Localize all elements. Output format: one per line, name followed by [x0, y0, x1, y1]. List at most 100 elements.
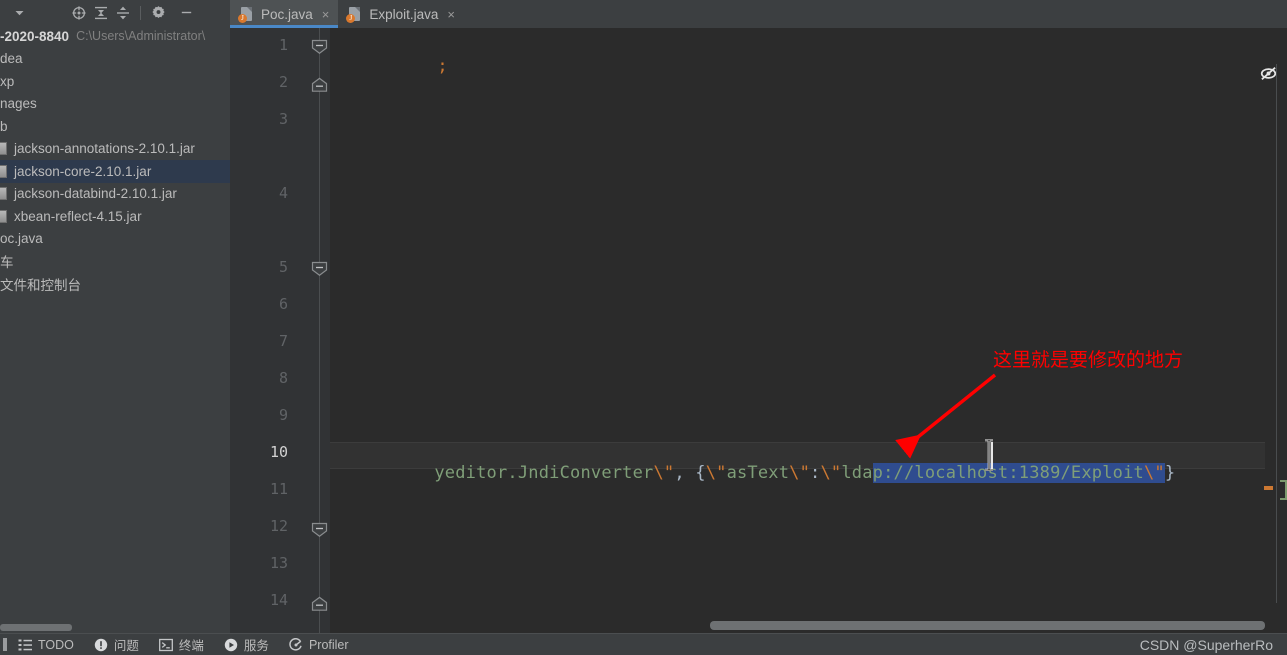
tree-item-0[interactable]: -2020-8840 C:\Users\Administrator\ — [0, 25, 230, 48]
jar-file-icon — [0, 142, 7, 156]
jar-file-icon — [0, 209, 7, 223]
java-badge: J — [346, 13, 356, 23]
line-number-5[interactable]: 5 — [279, 258, 288, 276]
watermark-label: CSDN @SuperherRo — [1139, 636, 1273, 653]
status-item-label: 终端 — [178, 639, 204, 653]
jar-file-icon — [0, 164, 7, 178]
tree-item-label: -2020-8840 — [0, 28, 70, 44]
profiler-icon — [289, 637, 303, 652]
code-token-lda: lda — [841, 463, 873, 483]
tree-item-label: b — [0, 118, 8, 134]
status-item-label: TODO — [38, 637, 74, 652]
code-token-escape-5: \" — [1143, 463, 1165, 483]
jar-file-icon — [0, 187, 7, 201]
tree-item-9[interactable]: oc.java — [0, 228, 230, 251]
scrollbar-thumb[interactable] — [0, 624, 72, 631]
line-number-11[interactable]: 11 — [270, 480, 288, 498]
tree-item-3[interactable]: nages — [0, 93, 230, 116]
editor-tabbar: J Poc.java × J Exploit.java × — [230, 0, 1287, 28]
project-horizontal-scrollbar[interactable] — [0, 621, 230, 633]
project-toolbar — [0, 0, 230, 25]
expand-all-icon[interactable] — [90, 2, 112, 24]
line-number-6[interactable]: 6 — [279, 295, 288, 313]
tree-item-10[interactable]: 车 — [0, 250, 230, 273]
locate-target-icon[interactable] — [68, 2, 90, 24]
scrollbar-track[interactable] — [1276, 64, 1277, 603]
line-number-7[interactable]: 7 — [279, 332, 288, 350]
tree-item-4[interactable]: b — [0, 115, 230, 138]
code-token-prefix: yeditor.JndiConverter — [434, 463, 654, 483]
status-item-todo[interactable]: TODO — [8, 638, 84, 652]
chevron-down-icon[interactable] — [8, 2, 30, 24]
close-icon[interactable]: × — [445, 8, 455, 21]
tree-item-11[interactable]: 文件和控制台 — [0, 273, 230, 296]
status-item-profiler[interactable]: Profiler — [279, 637, 359, 652]
code-token-colon: : — [810, 463, 821, 483]
status-item-problems[interactable]: 问题 — [84, 635, 149, 654]
tree-item-label: xbean-reflect-4.15.jar — [14, 208, 142, 224]
tree-item-1[interactable]: dea — [0, 48, 230, 71]
tree-item-8[interactable]: xbean-reflect-4.15.jar — [0, 205, 230, 228]
todo-list-icon — [18, 638, 32, 652]
line-number-2[interactable]: 2 — [279, 73, 288, 91]
line-number-3[interactable]: 3 — [279, 110, 288, 128]
code-editor[interactable]: 1 2 3 4 5 6 7 8 9 10 11 12 13 14 ; yeditor.JndiConver… — [230, 28, 1287, 633]
tab-poc-java[interactable]: J Poc.java × — [230, 0, 339, 28]
close-icon[interactable]: × — [320, 8, 330, 21]
tree-item-label: jackson-core-2.10.1.jar — [14, 163, 152, 179]
ibeam-mouse-cursor — [985, 439, 993, 471]
tree-item-path: C:\Users\Administrator\ — [76, 29, 206, 44]
line-number-4[interactable]: 4 — [279, 184, 288, 202]
toolbar-divider — [140, 5, 141, 20]
line-number-13[interactable]: 13 — [270, 554, 288, 572]
line-number-9[interactable]: 9 — [279, 406, 288, 424]
settings-gear-icon[interactable] — [147, 2, 169, 24]
tree-item-7[interactable]: jackson-databind-2.10.1.jar — [0, 183, 230, 206]
tree-item-label: 文件和控制台 — [0, 277, 81, 293]
tree-item-label: nages — [0, 96, 37, 112]
tab-label: Exploit.java — [369, 6, 439, 22]
line-number-14[interactable]: 14 — [270, 591, 288, 609]
status-item-label: 问题 — [113, 639, 139, 653]
code-token-close-brace: } — [1164, 463, 1176, 483]
fold-marker-14[interactable] — [311, 596, 328, 612]
status-item-terminal[interactable]: 终端 — [149, 635, 214, 654]
status-left-edge[interactable] — [0, 634, 8, 655]
status-item-services[interactable]: 服务 — [214, 635, 279, 654]
code-token-comma-brace: , { — [674, 463, 706, 483]
status-item-label: Profiler — [308, 637, 349, 652]
line-number-1[interactable]: 1 — [279, 36, 288, 54]
tree-item-label: jackson-annotations-2.10.1.jar — [14, 141, 195, 157]
line-number-8[interactable]: 8 — [279, 369, 288, 387]
terminal-icon — [158, 638, 173, 652]
tree-item-2[interactable]: xp — [0, 70, 230, 93]
hide-panel-icon[interactable] — [175, 2, 197, 24]
fold-marker-2[interactable] — [311, 77, 328, 93]
code-token-escape-1: \" — [653, 463, 675, 483]
line-number-10[interactable]: 10 — [270, 443, 288, 461]
tab-label: Poc.java — [261, 6, 313, 22]
tab-exploit-java[interactable]: J Exploit.java × — [338, 0, 464, 28]
tree-item-6[interactable]: jackson-core-2.10.1.jar — [0, 160, 230, 183]
collapse-all-icon[interactable] — [112, 2, 134, 24]
marker-warning[interactable] — [1264, 486, 1273, 490]
services-run-icon — [224, 638, 238, 652]
ide-window: -2020-8840 C:\Users\Administrator\ dea xp na… — [0, 0, 1287, 655]
editor-horizontal-scrollbar[interactable] — [710, 621, 1265, 630]
fold-marker-12[interactable] — [311, 522, 328, 538]
status-item-label: 服务 — [243, 639, 269, 653]
code-line-1: ; — [333, 36, 448, 96]
editor-gutter[interactable]: 1 2 3 4 5 6 7 8 9 10 11 12 13 14 — [230, 28, 330, 633]
tree-item-5[interactable]: jackson-annotations-2.10.1.jar — [0, 138, 230, 161]
hidden-inspections-icon[interactable] — [1260, 66, 1277, 86]
fold-marker-5[interactable] — [311, 261, 328, 277]
line-number-12[interactable]: 12 — [270, 517, 288, 535]
code-text[interactable]: ; yeditor.JndiConverter\", {\"asText\":\… — [330, 28, 1287, 633]
code-token-selected-url[interactable]: p://localhost:1389/Exploit — [872, 463, 1144, 483]
fold-marker-1[interactable] — [311, 39, 328, 55]
code-token-escape-2: \" — [705, 463, 727, 483]
project-tree[interactable]: -2020-8840 C:\Users\Administrator\ dea xp na… — [0, 25, 230, 621]
code-token-semicolon: ; — [437, 56, 448, 76]
annotation-label: 这里就是要修改的地方 — [993, 349, 1184, 371]
status-bar: TODO 问题 终端 服务 Profiler CSDN @SuperherRo — [0, 633, 1287, 655]
